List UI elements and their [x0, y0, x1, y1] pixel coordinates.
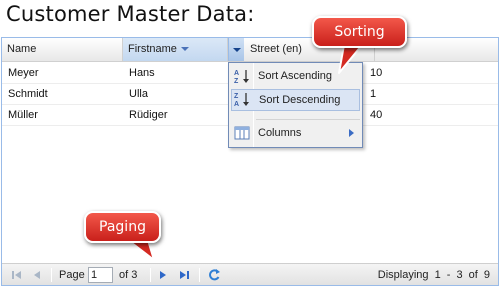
page-label: Page	[59, 269, 85, 281]
columns-icon	[234, 126, 250, 140]
grid-header: Name Firstname Street (en)	[2, 38, 498, 62]
svg-text:Z: Z	[234, 93, 239, 100]
svg-text:Z: Z	[234, 78, 239, 84]
submenu-arrow-icon	[349, 129, 354, 137]
cell-firstname: Hans	[129, 67, 155, 79]
sort-ascending-icon: A Z	[234, 70, 249, 84]
page-number-input[interactable]: 1	[88, 267, 113, 283]
last-page-icon[interactable]	[177, 268, 191, 282]
column-menu-trigger[interactable]	[228, 38, 244, 61]
page-title: Customer Master Data:	[6, 2, 255, 26]
paging-callout: Paging	[84, 211, 161, 243]
menu-item-label: Sort Ascending	[258, 70, 332, 82]
sort-direction-icon	[180, 47, 189, 52]
cell-name: Müller	[8, 109, 38, 121]
paging-display-text: Displaying 1 - 3 of 9	[377, 269, 490, 281]
next-page-icon[interactable]	[156, 268, 170, 282]
menu-item-label: Sort Descending	[259, 94, 341, 106]
cell-street: 1	[370, 88, 377, 100]
svg-text:A: A	[234, 70, 239, 77]
svg-text:A: A	[234, 101, 239, 107]
cell-firstname: Ulla	[129, 88, 148, 100]
menu-item-label: Columns	[258, 127, 302, 139]
column-header-name[interactable]: Name	[2, 38, 123, 61]
column-header-firstname-label: Firstname	[128, 43, 177, 55]
toolbar-separator	[51, 268, 52, 282]
menu-item-sort-descending[interactable]: Z A Sort Descending	[231, 89, 360, 111]
chevron-down-icon	[233, 48, 241, 52]
toolbar-separator	[150, 268, 151, 282]
cell-name: Schmidt	[8, 88, 48, 100]
cell-street: 40	[370, 109, 383, 121]
first-page-icon[interactable]	[10, 268, 24, 282]
menu-separator	[256, 119, 360, 120]
refresh-icon[interactable]	[207, 268, 221, 282]
menu-item-columns[interactable]: Columns	[231, 122, 360, 144]
sort-descending-icon: Z A	[234, 93, 249, 107]
cell-name: Meyer	[8, 67, 39, 79]
sorting-callout: Sorting	[312, 16, 407, 48]
cell-firstname: Rüdiger	[129, 109, 168, 121]
toolbar-separator	[199, 268, 200, 282]
column-header-firstname[interactable]: Firstname	[123, 38, 228, 61]
paging-toolbar: Page 1 of 3 Displaying 1 - 3 of 9	[2, 263, 498, 285]
page-count-label: of 3	[119, 269, 138, 281]
previous-page-icon[interactable]	[30, 268, 44, 282]
